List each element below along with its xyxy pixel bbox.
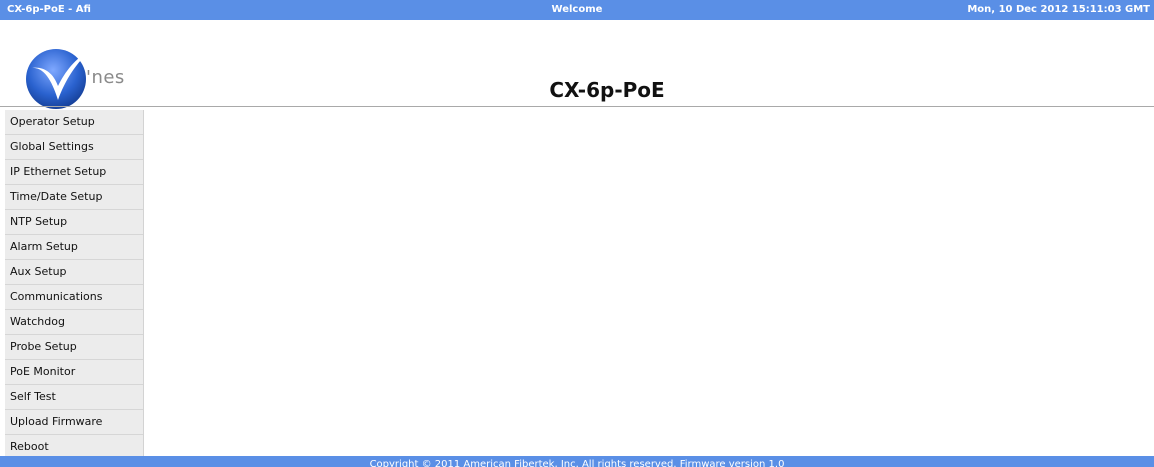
- sidebar-item-operator-setup[interactable]: Operator Setup: [5, 110, 143, 135]
- sidebar-item-poe-monitor[interactable]: PoE Monitor: [5, 360, 143, 385]
- sidebar-item-communications[interactable]: Communications: [5, 285, 143, 310]
- datetime-display: Mon, 10 Dec 2012 15:11:03 GMT: [967, 4, 1150, 15]
- footer-bar: Copyright © 2011 American Fibertek, Inc.…: [0, 456, 1154, 467]
- sidebar-item-time-date-setup[interactable]: Time/Date Setup: [5, 185, 143, 210]
- sidebar-item-watchdog[interactable]: Watchdog: [5, 310, 143, 335]
- sidebar-item-probe-setup[interactable]: Probe Setup: [5, 335, 143, 360]
- sidebar-item-global-settings[interactable]: Global Settings: [5, 135, 143, 160]
- page-title: CX-6p-PoE: [549, 78, 665, 102]
- top-status-bar: CX-6p-PoE - Afi Welcome Mon, 10 Dec 2012…: [0, 0, 1154, 20]
- sidebar-nav: Operator Setup Global Settings IP Ethern…: [5, 110, 144, 460]
- header-divider: [0, 106, 1154, 107]
- sidebar-item-aux-setup[interactable]: Aux Setup: [5, 260, 143, 285]
- sidebar-item-ip-ethernet-setup[interactable]: IP Ethernet Setup: [5, 160, 143, 185]
- sidebar-item-ntp-setup[interactable]: NTP Setup: [5, 210, 143, 235]
- sidebar-item-self-test[interactable]: Self Test: [5, 385, 143, 410]
- copyright-text: Copyright © 2011 American Fibertek, Inc.…: [369, 459, 785, 467]
- sidebar-item-upload-firmware[interactable]: Upload Firmware: [5, 410, 143, 435]
- page-header: 'nes CX-6p-PoE: [0, 20, 1154, 109]
- main-content-area: [145, 110, 1154, 456]
- sidebar-item-alarm-setup[interactable]: Alarm Setup: [5, 235, 143, 260]
